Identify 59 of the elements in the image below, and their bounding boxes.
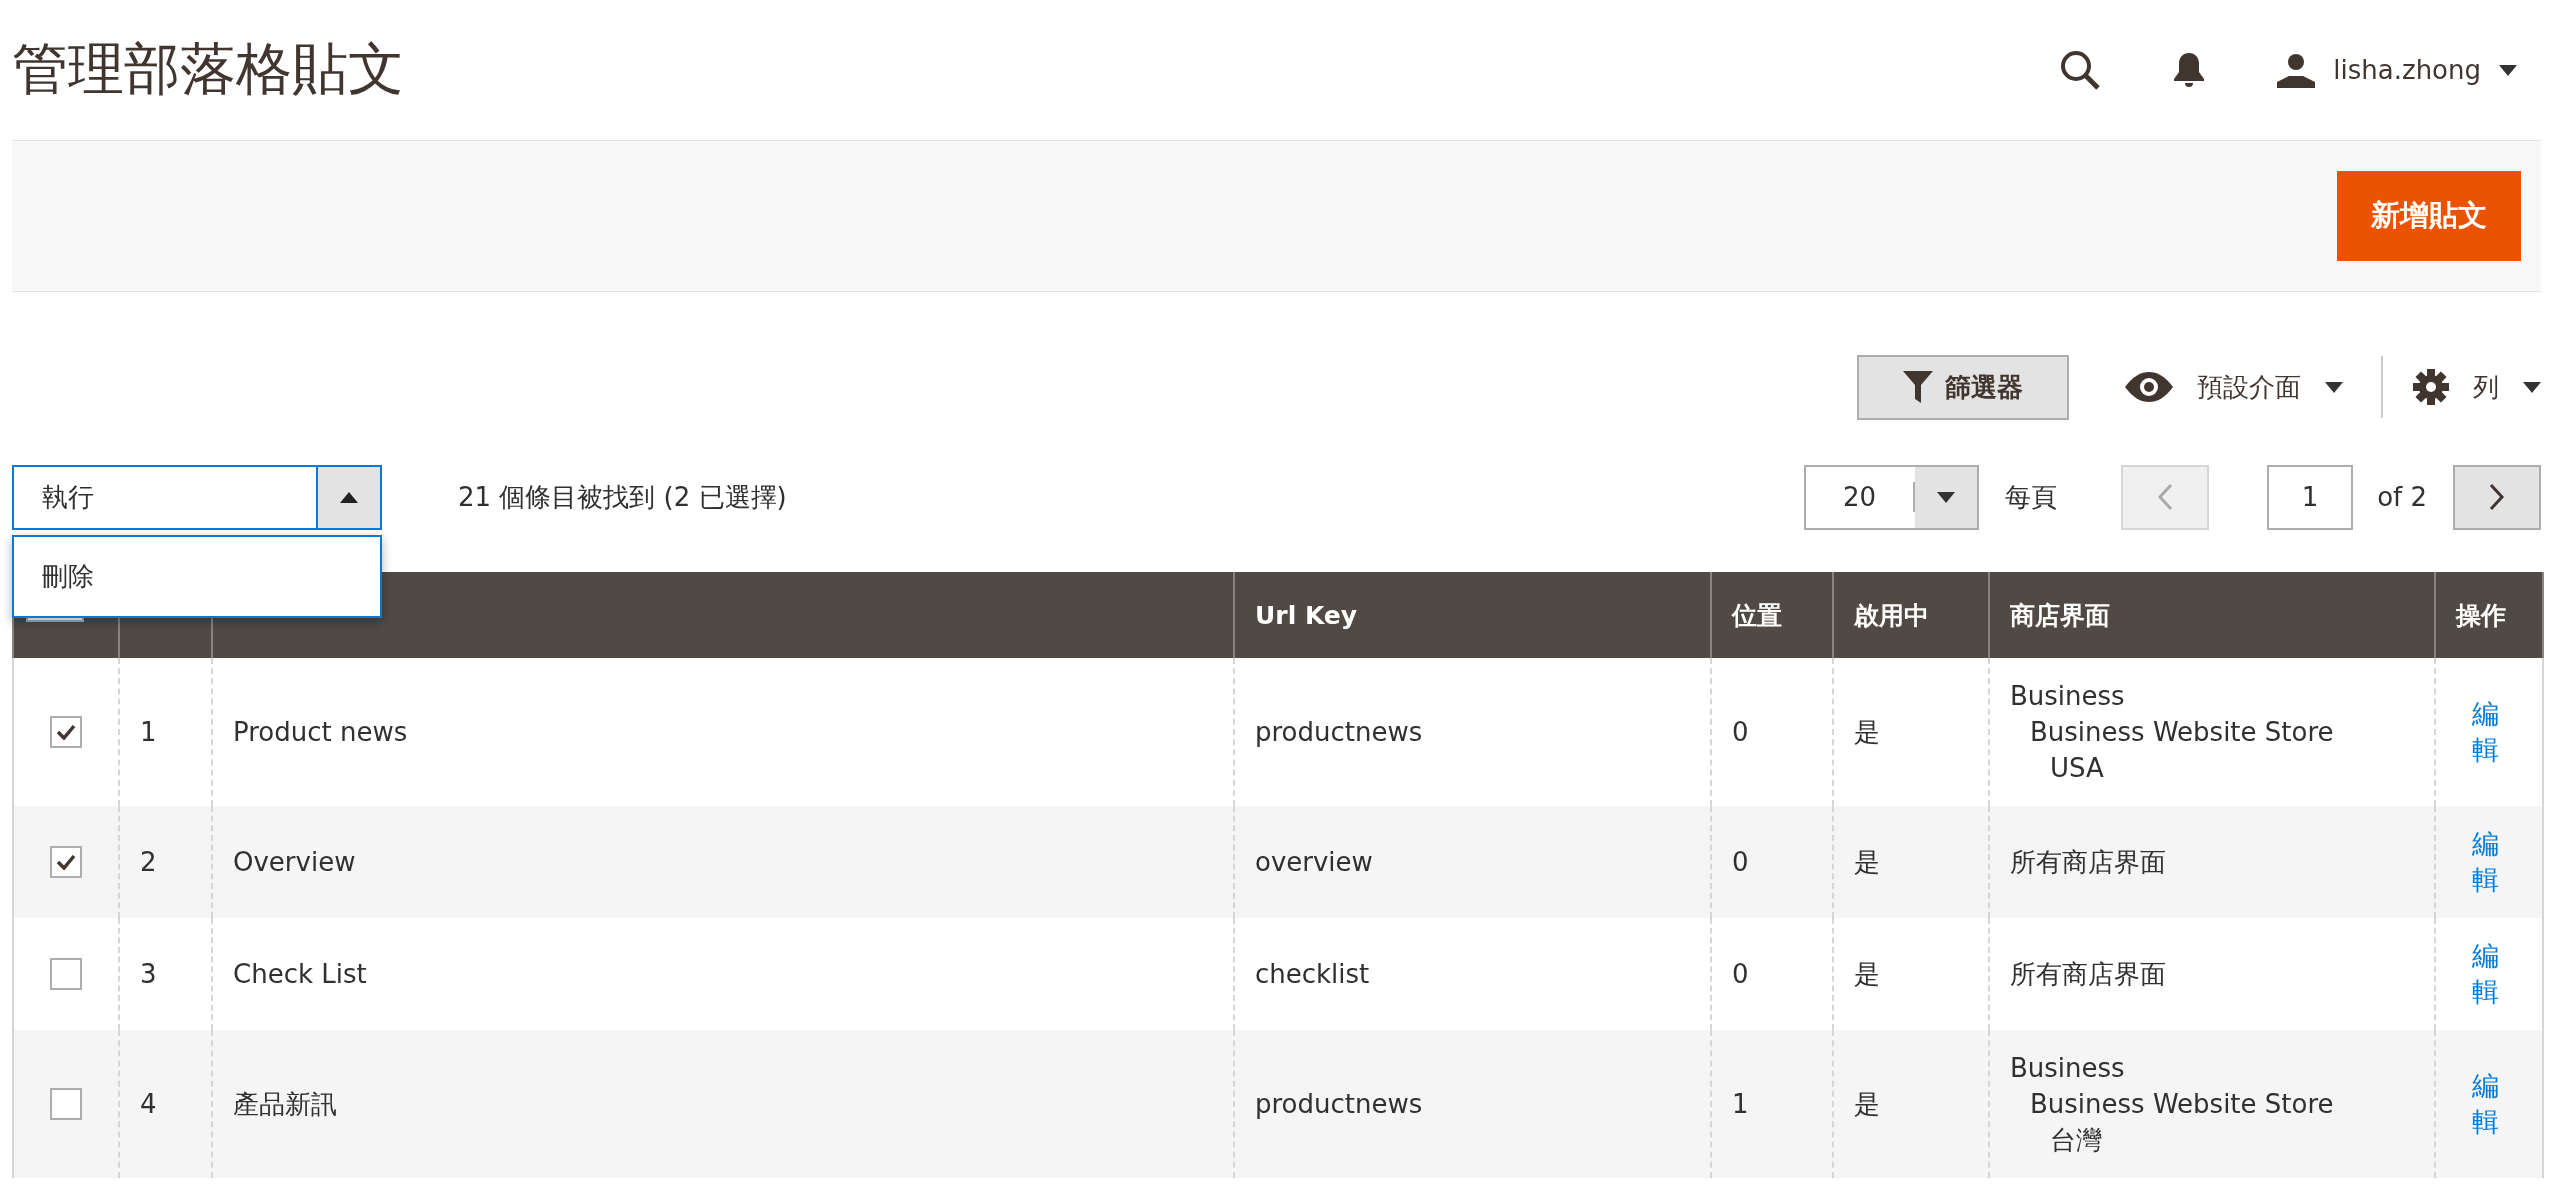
- store-view-text: 台灣: [2050, 1124, 2103, 1157]
- caret-icon: [1937, 491, 1956, 503]
- filters-button[interactable]: 篩選器: [1857, 354, 2069, 420]
- per-page-select[interactable]: 20: [1804, 464, 1980, 530]
- funnel-icon: [1903, 371, 1933, 403]
- column-header[interactable]: 啟用中: [1833, 572, 1989, 658]
- store-view-text: 所有商店界面: [2010, 958, 2167, 991]
- row-checkbox[interactable]: [50, 958, 82, 990]
- column-header[interactable]: 商店界面: [1989, 572, 2435, 658]
- bell-icon[interactable]: [2173, 51, 2206, 89]
- table-cell: 0: [1711, 806, 1833, 918]
- user-icon[interactable]: [2277, 52, 2316, 88]
- row-checkbox[interactable]: [50, 1088, 82, 1120]
- table-cell: 2: [119, 806, 212, 918]
- store-view-text: Business: [2010, 680, 2126, 713]
- check-icon: [56, 854, 76, 870]
- column-header[interactable]: 位置: [1711, 572, 1833, 658]
- eye-icon[interactable]: [2125, 372, 2173, 402]
- edit-link[interactable]: 編輯: [2472, 938, 2502, 1010]
- menu-option[interactable]: 刪除: [14, 544, 380, 608]
- column-header[interactable]: 操作: [2435, 572, 2543, 658]
- per-page-label: 每頁: [2005, 480, 2058, 514]
- add-post-button[interactable]: 新增貼文: [2337, 171, 2521, 261]
- records-count: 21 個條目被找到 (2 已選擇): [458, 480, 788, 514]
- page-title: 管理部落格貼文: [12, 35, 405, 103]
- table-cell: 是: [1833, 806, 1989, 918]
- edit-link[interactable]: 編輯: [2472, 1068, 2502, 1140]
- row-checkbox[interactable]: [50, 716, 82, 748]
- table-cell: 4: [119, 1030, 212, 1178]
- row-checkbox[interactable]: [50, 846, 82, 878]
- table-cell: overview: [1234, 806, 1711, 918]
- gear-icon[interactable]: [2413, 369, 2449, 405]
- caret-icon: [2325, 381, 2343, 393]
- page-total: of 2: [2377, 482, 2427, 512]
- check-icon: [56, 724, 76, 740]
- store-view-text: USA: [2050, 752, 2105, 785]
- store-view-text: Business Website Store: [2030, 1088, 2335, 1121]
- user-name[interactable]: lisha.zhong: [2333, 55, 2481, 85]
- chevron-left-icon: [2157, 483, 2174, 511]
- caret-icon: [2499, 64, 2517, 76]
- search-icon[interactable]: [2059, 49, 2102, 91]
- table-cell: 產品新訊: [212, 1030, 1234, 1178]
- store-view-text: Business Website Store: [2030, 716, 2335, 749]
- actions-dropdown[interactable]: 執行: [12, 464, 382, 530]
- caret-icon: [340, 491, 358, 503]
- edit-link[interactable]: 編輯: [2472, 826, 2502, 898]
- chevron-right-icon: [2489, 483, 2505, 511]
- table-cell: 是: [1833, 1030, 1989, 1178]
- view-selector[interactable]: 預設介面: [2197, 369, 2301, 405]
- page-field[interactable]: 1: [2267, 464, 2354, 530]
- columns-selector[interactable]: 列: [2473, 369, 2499, 405]
- edit-link[interactable]: 編輯: [2472, 696, 2502, 768]
- store-view-text: 所有商店界面: [2010, 846, 2167, 879]
- caret-icon: [2523, 381, 2541, 393]
- table-cell: 1: [1711, 1030, 1833, 1178]
- store-view-text: Business: [2010, 1052, 2126, 1085]
- column-header[interactable]: Url Key: [1234, 572, 1711, 658]
- table-cell: productnews: [1234, 1030, 1711, 1178]
- table-cell: Overview: [212, 806, 1234, 918]
